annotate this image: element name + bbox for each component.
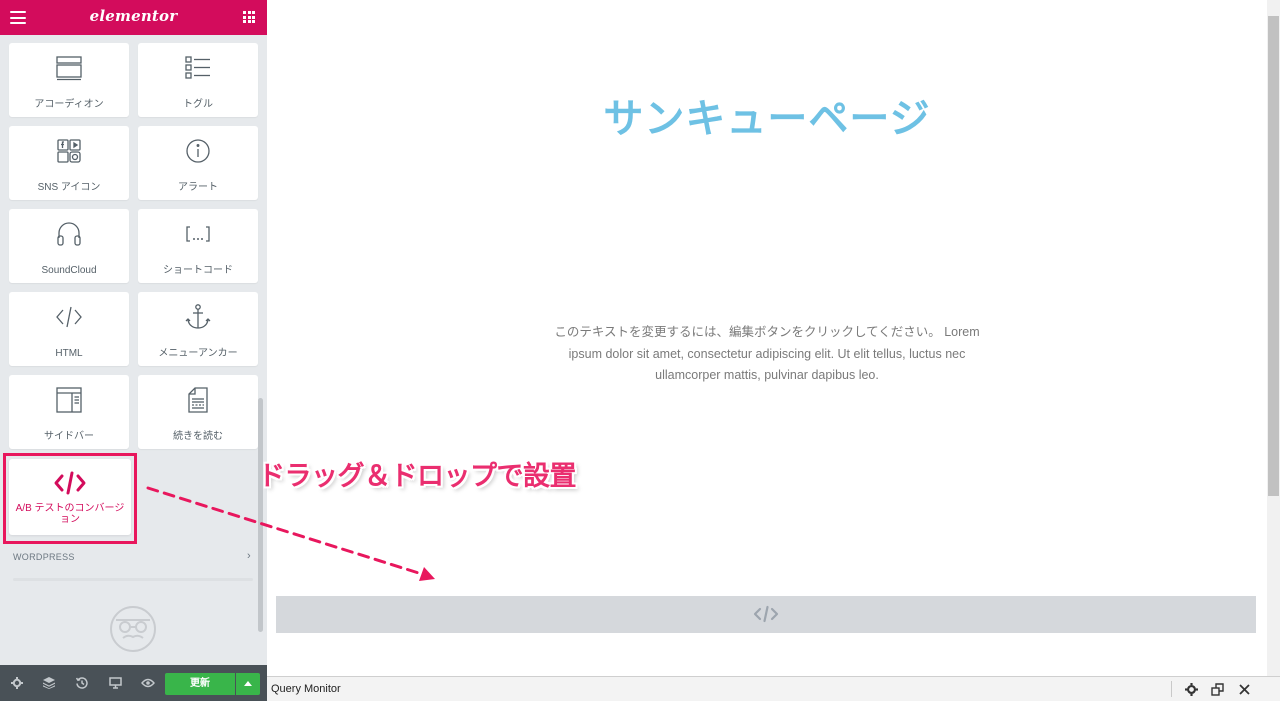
widget-label: サイドバー: [44, 431, 94, 442]
highlight-frame: A/B テストのコンバージョン: [3, 453, 137, 544]
responsive-icon[interactable]: [108, 676, 122, 690]
html-icon: [9, 302, 129, 332]
page-scrollbar-thumb[interactable]: [1268, 16, 1279, 496]
widget-accordion[interactable]: アコーディオン: [9, 43, 129, 117]
query-monitor-title: Query Monitor: [271, 683, 341, 695]
text-editor-content[interactable]: このテキストを変更するには、編集ボタンをクリックしてください。 Lorem ip…: [547, 322, 987, 387]
widget-shortcode[interactable]: ショートコード: [138, 209, 258, 283]
elementor-logo: elementor: [89, 7, 178, 25]
navigator-icon[interactable]: [42, 676, 56, 690]
anchor-icon: [138, 302, 258, 332]
elementor-mascot-icon: [108, 604, 158, 659]
widget-label: アラート: [178, 182, 218, 193]
page-title[interactable]: サンキューページ: [267, 86, 1267, 144]
widget-social-icons[interactable]: SNS アイコン: [9, 126, 129, 200]
widget-label: HTML: [55, 348, 83, 359]
widgets-grid-icon[interactable]: [243, 11, 255, 23]
widget-label: 続きを読む: [173, 431, 223, 442]
update-button[interactable]: 更新: [165, 673, 235, 695]
widget-label: メニューアンカー: [158, 348, 238, 359]
read-more-icon: [138, 385, 258, 415]
widget-label: トグル: [183, 99, 213, 110]
widget-label: A/B テストのコンバージョン: [15, 503, 125, 525]
dashed-arrow: [146, 486, 435, 581]
history-icon[interactable]: [75, 676, 89, 690]
widget-soundcloud[interactable]: SoundCloud: [9, 209, 129, 283]
update-options-button[interactable]: [236, 673, 260, 695]
widget-label: ショートコード: [163, 265, 233, 276]
widget-alert[interactable]: アラート: [138, 126, 258, 200]
html-widget-placeholder[interactable]: [276, 596, 1256, 633]
social-icons-icon: [9, 136, 129, 166]
toggle-icon: [138, 53, 258, 83]
widget-read-more[interactable]: 続きを読む: [138, 375, 258, 449]
widget-menu-anchor[interactable]: メニューアンカー: [138, 292, 258, 366]
popout-icon[interactable]: [1210, 682, 1224, 696]
editor-panel: elementor アコーディオン トグル SNS アイコン アラート Soun…: [0, 0, 267, 701]
code-icon: [276, 605, 1256, 623]
widget-label: SNS アイコン: [37, 182, 101, 193]
code-icon: [9, 471, 131, 495]
alert-icon: [138, 136, 258, 166]
settings-icon[interactable]: [10, 676, 24, 690]
shortcode-icon: [138, 219, 258, 249]
widget-toggle[interactable]: トグル: [138, 43, 258, 117]
widget-label: SoundCloud: [41, 265, 97, 276]
widget-label: アコーディオン: [34, 99, 104, 110]
sidebar-icon: [9, 385, 129, 415]
panel-header: elementor: [0, 0, 267, 35]
preview-icon[interactable]: [141, 676, 155, 690]
divider: [1171, 681, 1172, 697]
query-monitor-bar: Query Monitor: [267, 676, 1280, 701]
soundcloud-icon: [9, 219, 129, 249]
widget-sidebar[interactable]: サイドバー: [9, 375, 129, 449]
accordion-icon: [9, 53, 129, 83]
category-title: WORDPRESS: [13, 552, 75, 562]
close-icon[interactable]: [1237, 682, 1251, 696]
widget-html[interactable]: HTML: [9, 292, 129, 366]
settings-icon[interactable]: [1184, 682, 1198, 696]
widget-ab-test-conversion[interactable]: A/B テストのコンバージョン: [9, 459, 131, 535]
